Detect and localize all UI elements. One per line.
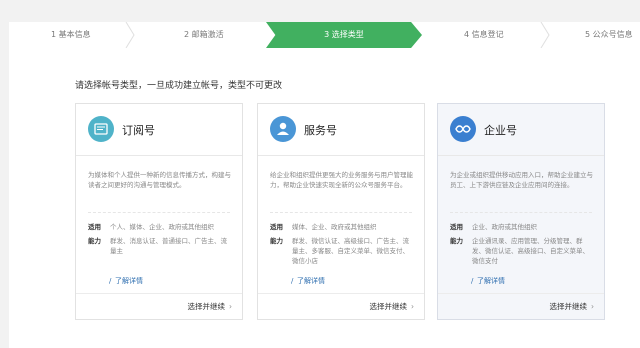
divider (88, 212, 230, 213)
learn-more-link[interactable]: / 了解详情 (291, 276, 325, 286)
ability-value: 群发、微信认证、高级接口、广告主、流量主、多客服、自定义菜单、微信支付、微信小店 (292, 237, 409, 265)
suitable-row: 适用 个人、媒体、企业、政府或其他组织 (88, 222, 232, 234)
ability-label: 能力 (450, 237, 463, 245)
main-panel: 请选择帐号类型，一旦成功建立帐号，类型不可更改 订阅号 为媒体和个人提供一种新的… (9, 48, 640, 348)
suitable-value: 个人、媒体、企业、政府或其他组织 (110, 223, 214, 231)
card-header: 服务号 (258, 104, 424, 156)
service-icon (270, 116, 296, 142)
step-separator-icon (539, 22, 551, 48)
step-separator-icon (124, 22, 136, 48)
card-footer: 选择并继续 › (438, 293, 604, 319)
card-description: 为企业或组织提供移动应用入口，帮助企业建立与员工、上下游供应链及企业应用间的连接… (450, 171, 593, 189)
suitable-label: 适用 (450, 223, 463, 231)
divider (270, 212, 412, 213)
step-bar: 1 基本信息 2 邮箱激活 3 选择类型 4 信息登记 5 公众号信息 (9, 22, 640, 48)
chevron-right-icon: › (411, 302, 414, 311)
card-title: 服务号 (304, 124, 337, 137)
step-basic-info: 1 基本信息 (51, 30, 91, 39)
suitable-row: 适用 媒体、企业、政府或其他组织 (270, 222, 414, 234)
select-continue-button[interactable]: 选择并继续 › (550, 301, 595, 312)
card-header: 企业号 (438, 104, 604, 156)
ability-row: 能力 群发、微信认证、高级接口、广告主、流量主、多客服、自定义菜单、微信支付、微… (270, 236, 414, 266)
step-select-type: 3 选择类型 (266, 22, 422, 48)
ability-label: 能力 (88, 237, 101, 245)
select-continue-button[interactable]: 选择并继续 › (370, 301, 415, 312)
select-continue-button[interactable]: 选择并继续 › (188, 301, 233, 312)
card-description: 为媒体和个人提供一种新的信息传播方式，构建与读者之间更好的沟通与管理模式。 (88, 171, 231, 189)
ability-row: 能力 群发、消息认证、普通接口、广告主、流量主 (88, 236, 232, 266)
suitable-value: 企业、政府或其他组织 (472, 223, 537, 231)
suitable-row: 适用 企业、政府或其他组织 (450, 222, 594, 234)
select-continue-label: 选择并继续 (369, 302, 408, 311)
service-card[interactable]: 服务号 给企业和组织提供更强大的业务服务与用户管理能力，帮助企业快速实现全新的公… (257, 103, 425, 320)
card-footer: 选择并继续 › (258, 293, 424, 319)
card-footer: 选择并继续 › (76, 293, 242, 319)
select-continue-label: 选择并继续 (549, 302, 588, 311)
learn-more-link[interactable]: / 了解详情 (109, 276, 143, 286)
suitable-label: 适用 (88, 223, 101, 231)
select-continue-label: 选择并继续 (187, 302, 226, 311)
step-account-info: 5 公众号信息 (585, 30, 633, 39)
card-title: 订阅号 (122, 124, 155, 137)
divider (450, 212, 592, 213)
learn-more-text: 了解详情 (115, 277, 143, 285)
subscription-card[interactable]: 订阅号 为媒体和个人提供一种新的信息传播方式，构建与读者之间更好的沟通与管理模式… (75, 103, 243, 320)
ability-value: 群发、消息认证、普通接口、广告主、流量主 (110, 237, 227, 255)
step-email-activate: 2 邮箱激活 (184, 30, 224, 39)
suitable-value: 媒体、企业、政府或其他组织 (292, 223, 377, 231)
chevron-right-icon: › (229, 302, 232, 311)
account-type-notice: 请选择帐号类型，一旦成功建立帐号，类型不可更改 (75, 81, 283, 91)
enterprise-card[interactable]: 企业号 为企业或组织提供移动应用入口，帮助企业建立与员工、上下游供应链及企业应用… (437, 103, 605, 320)
chevron-right-icon: › (591, 302, 594, 311)
card-description: 给企业和组织提供更强大的业务服务与用户管理能力，帮助企业快速实现全新的公众号服务… (270, 171, 413, 189)
learn-more-link[interactable]: / 了解详情 (471, 276, 505, 286)
learn-more-text: 了解详情 (297, 277, 325, 285)
subscription-icon (88, 116, 114, 142)
card-title: 企业号 (484, 124, 517, 137)
learn-more-text: 了解详情 (477, 277, 505, 285)
ability-label: 能力 (270, 237, 283, 245)
enterprise-icon (450, 116, 476, 142)
card-header: 订阅号 (76, 104, 242, 156)
step-info-register: 4 信息登记 (464, 30, 504, 39)
suitable-label: 适用 (270, 223, 283, 231)
ability-value: 企业通讯录、应用管理、分级管理、群发、微信认证、高级接口、自定义菜单、微信支付 (472, 237, 589, 265)
ability-row: 能力 企业通讯录、应用管理、分级管理、群发、微信认证、高级接口、自定义菜单、微信… (450, 236, 594, 266)
